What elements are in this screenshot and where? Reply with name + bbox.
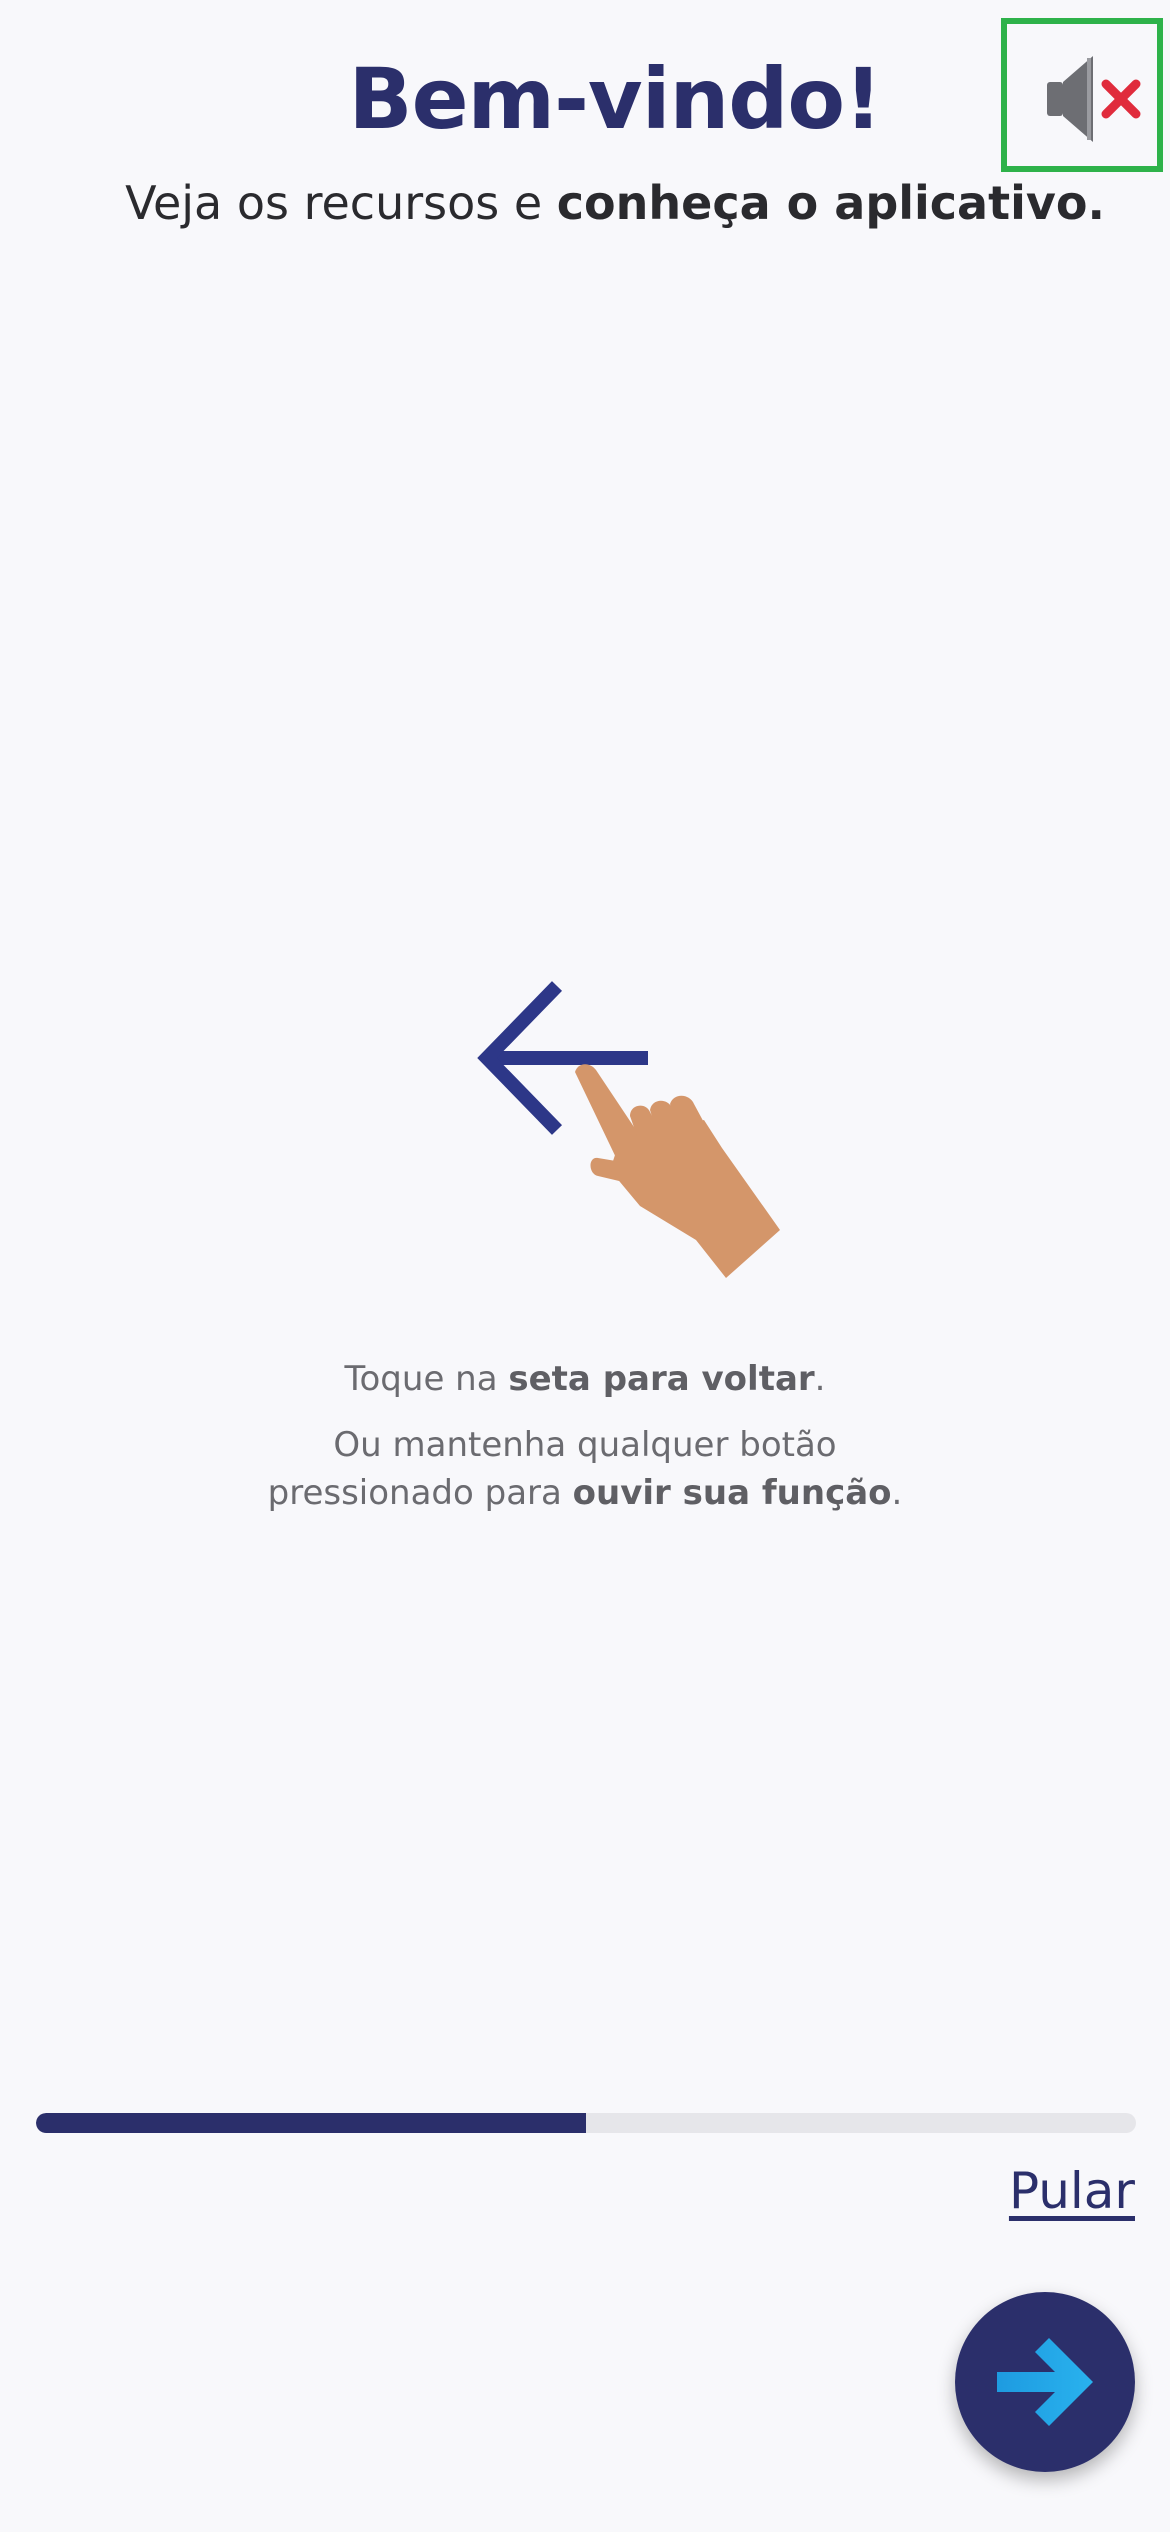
arrow-right-icon bbox=[997, 2338, 1093, 2426]
mute-audio-button[interactable] bbox=[1001, 18, 1163, 172]
instruction-text: pressionado para bbox=[267, 1473, 573, 1513]
tutorial-illustration bbox=[470, 970, 790, 1290]
arrow-left-icon bbox=[477, 981, 648, 1135]
skip-link[interactable]: Pular bbox=[1009, 2162, 1135, 2220]
page-subtitle: Veja os recursos e conheça o aplicativo. bbox=[0, 176, 1170, 230]
tap-hand-icon bbox=[575, 1064, 780, 1278]
next-button[interactable] bbox=[955, 2292, 1135, 2472]
instruction-text: Toque na bbox=[344, 1359, 509, 1399]
onboarding-progress-bar bbox=[36, 2113, 1136, 2133]
instruction-bold-text: ouvir sua função bbox=[572, 1473, 892, 1513]
progress-fill bbox=[36, 2113, 586, 2133]
instruction-bold-text: seta para voltar bbox=[508, 1359, 815, 1399]
instruction-line-listen: pressionado para ouvir sua função. bbox=[0, 1469, 1170, 1517]
instructions-text: Toque na seta para voltar. Ou mantenha q… bbox=[0, 1355, 1170, 1517]
subtitle-text: Veja os recursos e bbox=[125, 176, 557, 230]
page-title: Bem-vindo! bbox=[348, 50, 883, 148]
speaker-muted-icon bbox=[1047, 56, 1141, 142]
instruction-text: . bbox=[814, 1359, 826, 1399]
instruction-line-back: Toque na seta para voltar. bbox=[0, 1355, 1170, 1403]
instruction-line-hold: Ou mantenha qualquer botão bbox=[333, 1425, 837, 1465]
subtitle-bold-text: conheça o aplicativo. bbox=[556, 176, 1105, 230]
instruction-text: . bbox=[891, 1473, 903, 1513]
